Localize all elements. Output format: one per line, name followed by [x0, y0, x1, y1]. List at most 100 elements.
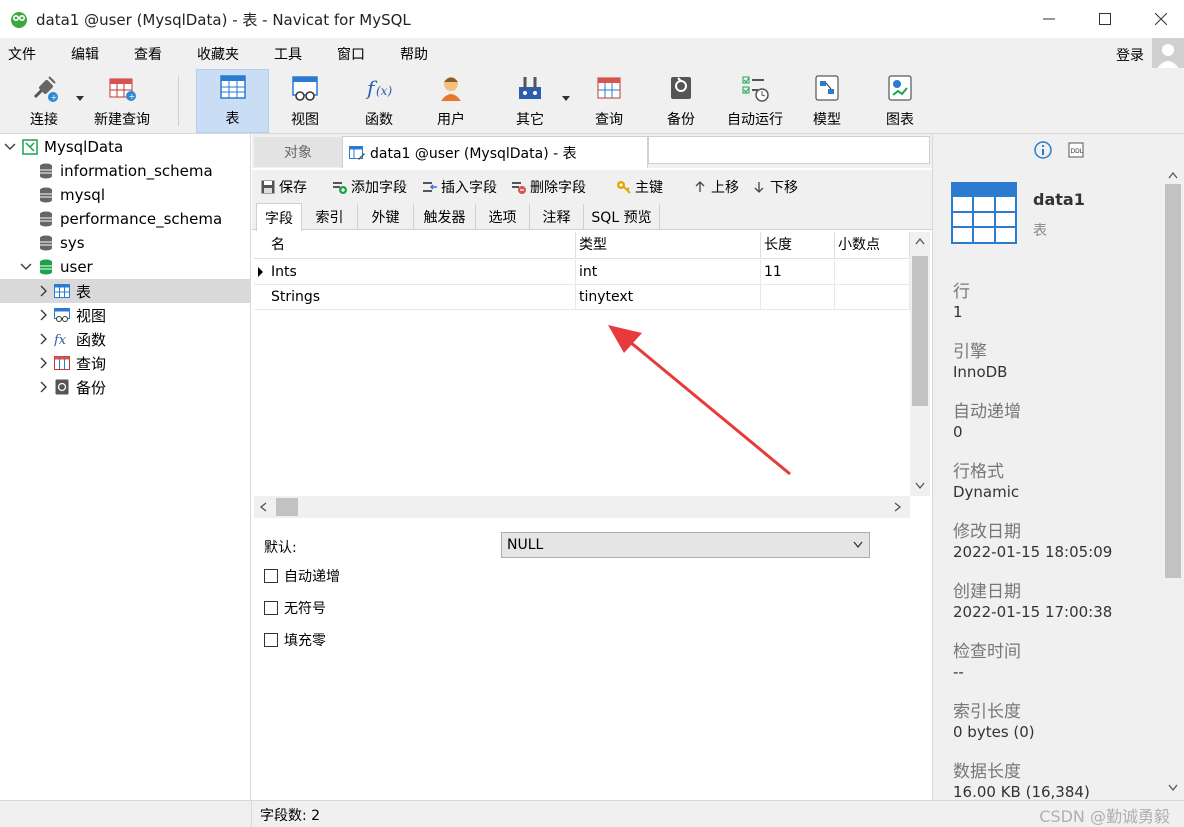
ddl-icon[interactable]: DDL — [1068, 142, 1084, 158]
backup-button[interactable]: 备份 — [652, 69, 710, 133]
cell-name[interactable]: Ints — [268, 260, 576, 285]
tree-db-sys[interactable]: sys — [0, 231, 250, 255]
tree-queries[interactable]: 查询 — [0, 351, 250, 375]
view-button[interactable]: 视图 — [272, 69, 338, 133]
scrollbar-thumb[interactable] — [912, 256, 928, 406]
tab-triggers[interactable]: 触发器 — [414, 204, 476, 230]
tab-table-design[interactable]: data1 @user (MysqlData) - 表 — [342, 136, 648, 168]
tab-options[interactable]: 选项 — [476, 204, 530, 230]
tab-foreign-keys[interactable]: 外键 — [358, 204, 414, 230]
chart-button[interactable]: 图表 — [870, 69, 930, 133]
insert-field-button[interactable]: 插入字段 — [422, 177, 497, 197]
query-button[interactable]: 查询 — [578, 69, 640, 133]
new-query-button[interactable]: + 新建查询 — [88, 69, 156, 133]
tab-sql-preview[interactable]: SQL 预览 — [584, 204, 660, 230]
function-button[interactable]: f (x) 函数 — [346, 69, 412, 133]
tree-db-user[interactable]: user — [0, 255, 250, 279]
column-header-name[interactable]: 名 — [268, 232, 576, 259]
grid-horizontal-scrollbar[interactable] — [254, 496, 910, 518]
tab-objects[interactable]: 对象 — [254, 137, 342, 167]
tree-db-performance-schema[interactable]: performance_schema — [0, 207, 250, 231]
menu-window[interactable]: 窗口 — [329, 44, 379, 64]
plug-icon: + — [33, 76, 58, 102]
menu-help[interactable]: 帮助 — [392, 44, 442, 64]
tree-db-information-schema[interactable]: information_schema — [0, 159, 250, 183]
tree-tables[interactable]: 表 — [0, 279, 250, 303]
checkbox-box[interactable] — [264, 569, 278, 583]
tab-fields[interactable]: 字段 — [256, 203, 302, 231]
delete-field-button[interactable]: 删除字段 — [511, 177, 586, 197]
menu-edit[interactable]: 编辑 — [63, 44, 113, 64]
dropdown-arrow-icon[interactable] — [76, 96, 84, 102]
user-avatar[interactable] — [1152, 38, 1184, 70]
column-header-length[interactable]: 长度 — [761, 232, 835, 259]
cell-type[interactable]: int — [576, 260, 761, 285]
add-field-button[interactable]: 添加字段 — [332, 177, 407, 197]
chevron-right-icon[interactable] — [38, 333, 50, 345]
model-button[interactable]: 模型 — [798, 69, 856, 133]
primary-key-button[interactable]: 主键 — [616, 177, 663, 197]
cell-type[interactable]: tinytext — [576, 285, 761, 310]
chevron-down-icon[interactable] — [20, 261, 32, 273]
tab-indexes[interactable]: 索引 — [302, 204, 358, 230]
dropdown-arrow-icon[interactable] — [562, 96, 570, 102]
scrollbar-thumb[interactable] — [276, 498, 298, 516]
connect-button[interactable]: + 连接 — [18, 69, 70, 133]
table-button[interactable]: 表 — [196, 69, 269, 133]
menu-tools[interactable]: 工具 — [266, 44, 316, 64]
maximize-button[interactable] — [1082, 0, 1128, 38]
cell-decimals[interactable] — [835, 260, 910, 285]
autorun-button[interactable]: 自动运行 — [720, 69, 790, 133]
default-value-select[interactable]: NULL — [501, 532, 870, 558]
table-row[interactable]: Strings tinytext — [254, 285, 910, 310]
chevron-up-icon[interactable] — [915, 237, 925, 245]
scrollbar-thumb[interactable] — [1165, 184, 1181, 578]
chevron-right-icon[interactable] — [38, 285, 50, 297]
cell-name[interactable]: Strings — [268, 285, 576, 310]
menu-view[interactable]: 查看 — [126, 44, 176, 64]
tree-connection[interactable]: MysqlData — [0, 135, 250, 159]
info-icon[interactable] — [1034, 141, 1052, 159]
cell-length[interactable]: 11 — [761, 260, 835, 285]
zerofill-checkbox[interactable]: 填充零 — [264, 630, 326, 650]
minimize-button[interactable] — [1026, 0, 1072, 38]
auto-increment-checkbox[interactable]: 自动递增 — [264, 566, 340, 586]
tree-functions[interactable]: fx 函数 — [0, 327, 250, 351]
tab-comments[interactable]: 注释 — [530, 204, 584, 230]
menu-file[interactable]: 文件 — [0, 44, 50, 64]
other-button[interactable]: 其它 — [498, 69, 562, 133]
chevron-right-icon[interactable] — [894, 502, 902, 512]
chevron-down-icon[interactable] — [1168, 784, 1178, 792]
move-up-button[interactable]: 上移 — [692, 177, 739, 197]
close-button[interactable] — [1138, 0, 1184, 38]
chevron-right-icon[interactable] — [38, 309, 50, 321]
info-key-auto-increment: 自动递增 — [953, 402, 1021, 422]
info-scrollbar[interactable] — [1163, 166, 1183, 800]
tree-backups[interactable]: 备份 — [0, 375, 250, 399]
tree-db-mysql[interactable]: mysql — [0, 183, 250, 207]
chevron-down-icon[interactable] — [915, 482, 925, 490]
column-header-type[interactable]: 类型 — [576, 232, 761, 259]
unsigned-checkbox[interactable]: 无符号 — [264, 598, 326, 618]
key-icon — [616, 179, 632, 195]
chevron-left-icon[interactable] — [259, 502, 267, 512]
user-button[interactable]: 用户 — [418, 69, 484, 133]
cell-length[interactable] — [761, 285, 835, 310]
chevron-up-icon[interactable] — [1168, 171, 1178, 179]
info-value-engine: InnoDB — [953, 363, 1008, 381]
chevron-right-icon[interactable] — [38, 357, 50, 369]
menu-favorites[interactable]: 收藏夹 — [189, 44, 253, 64]
save-button[interactable]: 保存 — [260, 177, 307, 197]
table-row[interactable]: Ints int 11 — [254, 260, 910, 285]
checkbox-box[interactable] — [264, 601, 278, 615]
chevron-down-icon[interactable] — [4, 141, 16, 153]
cell-decimals[interactable] — [835, 285, 910, 310]
chevron-right-icon[interactable] — [38, 381, 50, 393]
move-down-button[interactable]: 下移 — [751, 177, 798, 197]
tree-views[interactable]: 视图 — [0, 303, 250, 327]
info-value-auto-increment: 0 — [953, 423, 963, 441]
column-header-decimals[interactable]: 小数点 — [835, 232, 910, 259]
grid-vertical-scrollbar[interactable] — [910, 232, 930, 496]
login-link[interactable]: 登录 — [1116, 45, 1144, 65]
checkbox-box[interactable] — [264, 633, 278, 647]
